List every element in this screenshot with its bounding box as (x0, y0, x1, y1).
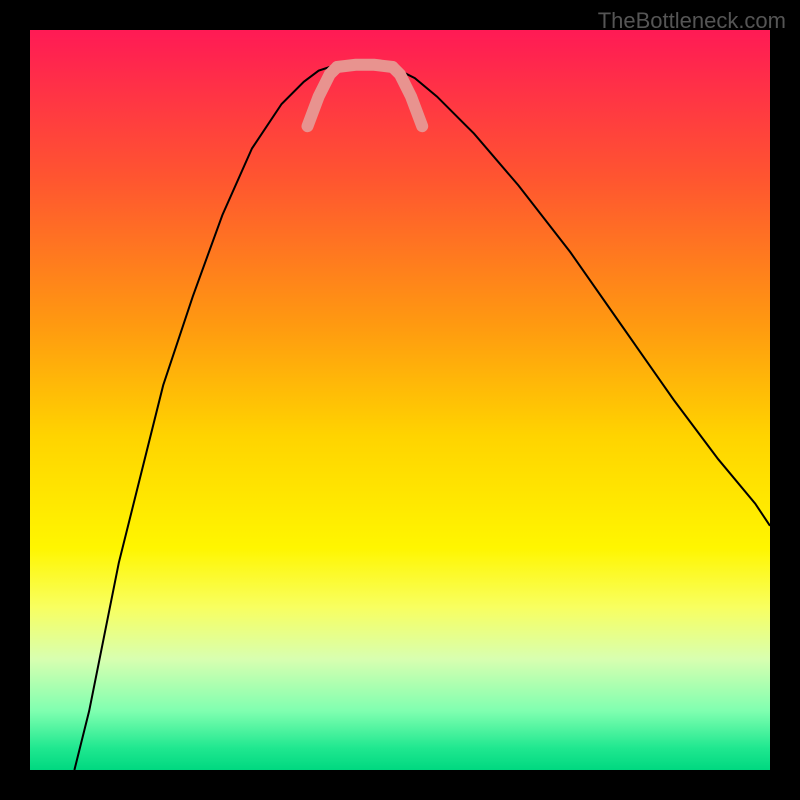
chart-curves (30, 30, 770, 770)
series-highlight-bottom (337, 65, 393, 67)
series-left-curve (74, 67, 329, 770)
series-highlight-right (393, 67, 423, 126)
watermark-text: TheBottleneck.com (598, 8, 786, 34)
series-right-curve (393, 67, 770, 526)
chart-plot-area (30, 30, 770, 770)
